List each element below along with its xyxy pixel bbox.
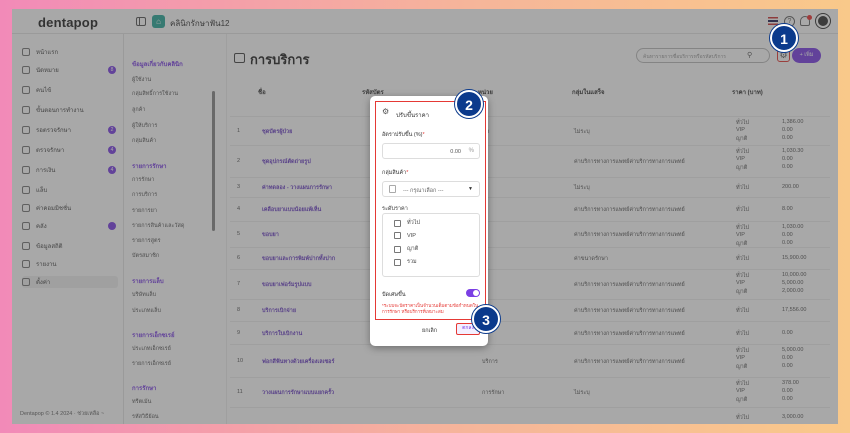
- step-callout-1: 1: [770, 24, 798, 52]
- checkbox[interactable]: [394, 232, 401, 239]
- percent-label-text: อัตราปรับขึ้น (%): [382, 132, 423, 138]
- price-level-option[interactable]: รวม: [394, 258, 417, 266]
- cancel-button[interactable]: ยกเลิก: [422, 327, 437, 335]
- select-placeholder: --- กรุณาเลือก ---: [403, 188, 444, 194]
- option-label: รวม: [407, 259, 417, 265]
- rounding-toggle[interactable]: [466, 289, 480, 297]
- step-callout-3: 3: [472, 305, 500, 333]
- app-window: dentapop ⌂ คลินิกรักษาฟัน12 ? หน้าแรก นั…: [12, 9, 838, 424]
- rounding-note: *ระบบจะปัดราคาเป็นจำนวนเต็มตามข้อกำหนดใน…: [382, 303, 479, 314]
- price-level-option[interactable]: VIP: [394, 232, 416, 239]
- option-label: VIP: [407, 232, 416, 239]
- group-label: กลุ่มสินค้า*: [382, 169, 408, 177]
- checkbox[interactable]: [394, 219, 401, 227]
- option-label: ทั่วไป: [407, 220, 420, 226]
- percent-unit: %: [468, 148, 474, 154]
- product-group-select[interactable]: --- กรุณาเลือก --- ▼: [382, 181, 480, 197]
- group-label-text: กลุ่มสินค้า: [382, 170, 407, 176]
- percent-value: 0.00: [450, 149, 461, 155]
- price-level-label: ระดับราคา: [382, 206, 408, 212]
- required-mark: *: [422, 132, 425, 138]
- checkbox[interactable]: [394, 245, 401, 253]
- percent-field[interactable]: 0.00 %: [382, 143, 480, 159]
- step-callout-2: 2: [455, 90, 483, 118]
- price-level-option[interactable]: ทั่วไป: [394, 219, 420, 227]
- box-icon: [389, 185, 396, 193]
- percent-label: อัตราปรับขึ้น (%)*: [382, 131, 425, 139]
- price-level-option[interactable]: ญาติ: [394, 245, 418, 253]
- required-mark: *: [406, 170, 409, 176]
- option-label: ญาติ: [407, 246, 419, 252]
- checkbox[interactable]: [394, 258, 401, 266]
- dialog-title: ปรับขึ้นราคา: [396, 113, 430, 119]
- rounding-label: ปัดเศษขึ้น: [382, 292, 406, 298]
- chevron-down-icon: ▼: [468, 186, 473, 192]
- gear-icon: ⚙: [382, 107, 390, 116]
